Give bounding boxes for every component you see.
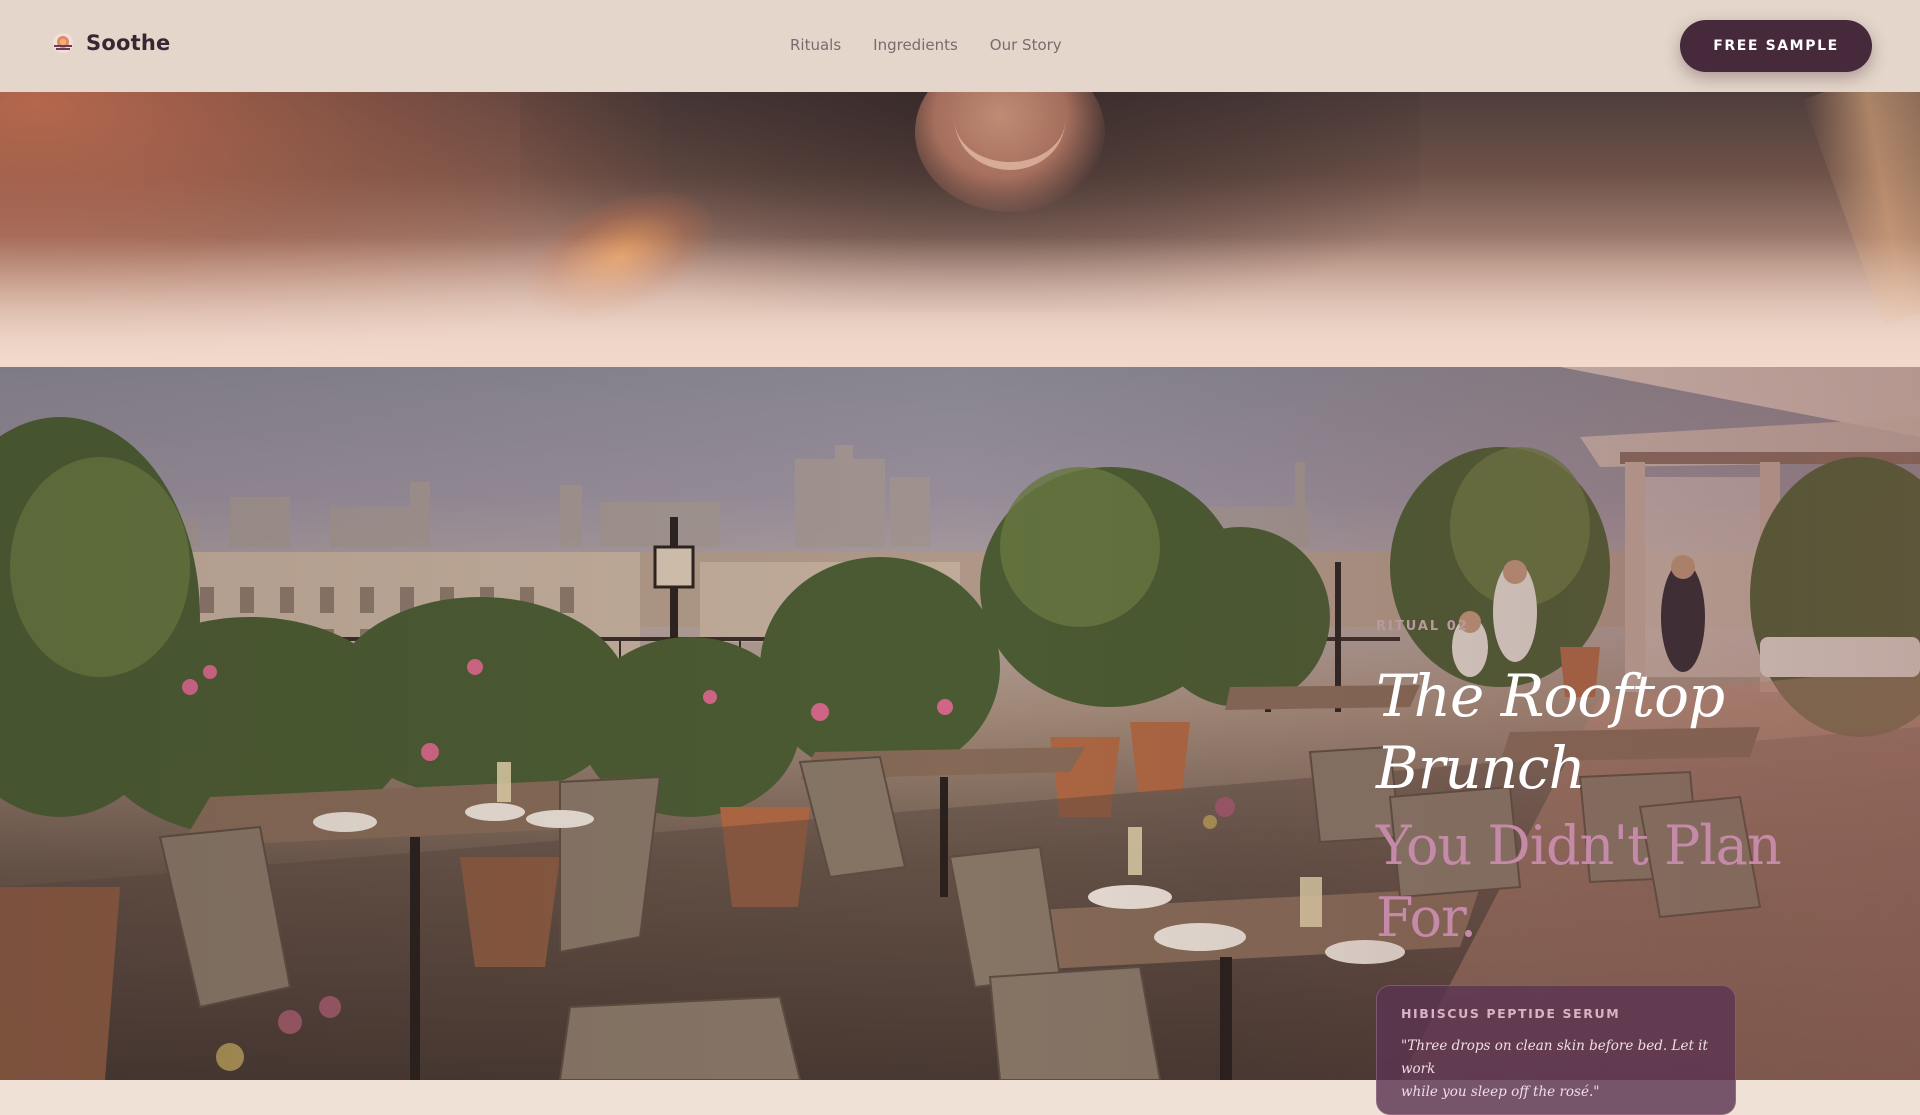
nav-link-our-story[interactable]: Our Story bbox=[990, 36, 1062, 54]
top-navigation-bar: Soothe Rituals Ingredients Our Story FRE… bbox=[0, 0, 1920, 92]
brand-logo-link[interactable]: Soothe bbox=[52, 31, 170, 55]
hero-subtitle: You Didn't Plan For. bbox=[1376, 810, 1896, 954]
primary-nav: Rituals Ingredients Our Story bbox=[790, 36, 1062, 54]
nav-link-ingredients[interactable]: Ingredients bbox=[873, 36, 958, 54]
product-card[interactable]: HIBISCUS PEPTIDE SERUM "Three drops on c… bbox=[1376, 985, 1736, 1115]
ritual-kicker: RITUAL 02 bbox=[1376, 619, 1469, 634]
free-sample-button[interactable]: FREE SAMPLE bbox=[1680, 20, 1872, 72]
product-card-quote: "Three drops on clean skin before bed. L… bbox=[1401, 1035, 1711, 1104]
hero-title-line-1: The Rooftop bbox=[1376, 662, 1725, 730]
hero-subtitle-line-1: You Didn't Plan bbox=[1376, 814, 1782, 877]
product-card-quote-line-1: "Three drops on clean skin before bed. L… bbox=[1401, 1038, 1708, 1077]
sunrise-icon bbox=[52, 32, 74, 54]
product-card-quote-line-2: while you sleep off the rosé." bbox=[1401, 1084, 1600, 1100]
product-card-title: HIBISCUS PEPTIDE SERUM bbox=[1401, 1006, 1621, 1021]
nav-link-rituals[interactable]: Rituals bbox=[790, 36, 841, 54]
brand-name: Soothe bbox=[86, 31, 171, 55]
hero-title-line-2: Brunch bbox=[1376, 734, 1586, 802]
hero-top-image-band bbox=[0, 92, 1920, 367]
hero-subtitle-line-2: For. bbox=[1376, 886, 1477, 949]
hero-title: The Rooftop Brunch bbox=[1376, 660, 1896, 804]
